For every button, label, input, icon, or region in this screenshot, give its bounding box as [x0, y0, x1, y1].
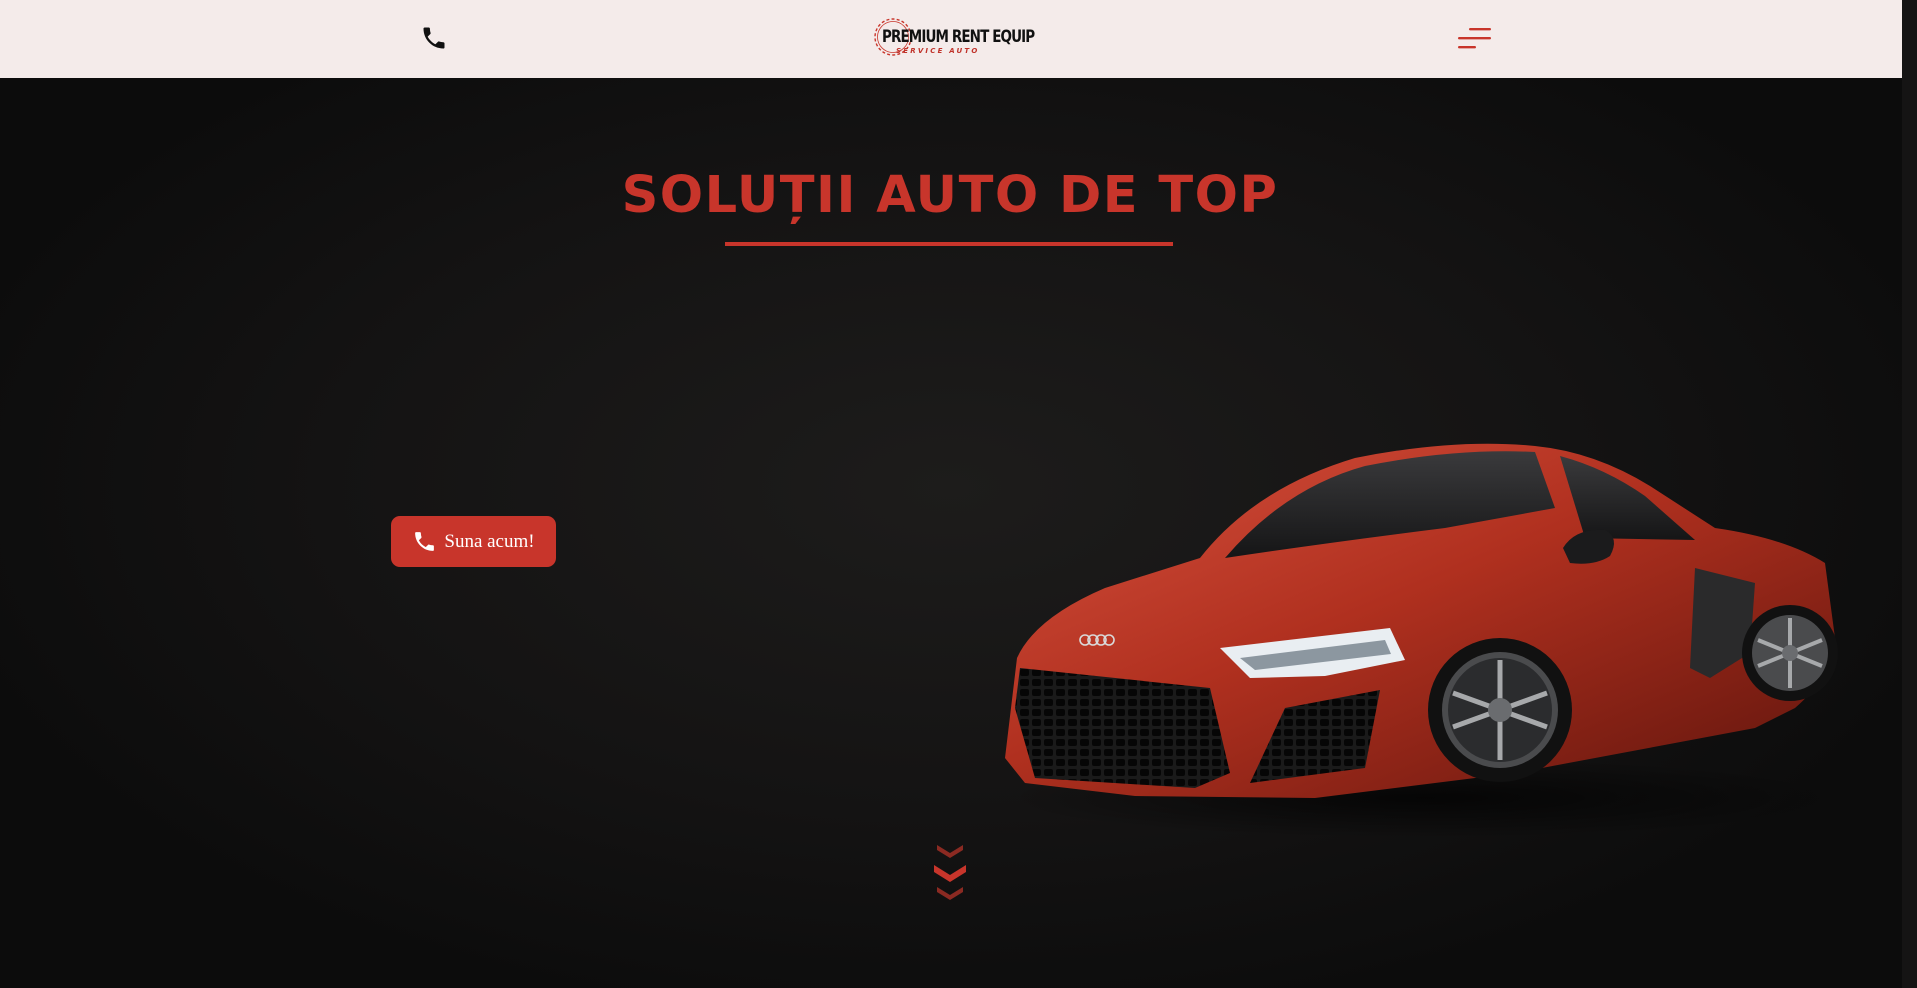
- hero-section: SOLUȚII AUTO DE TOP Suna acum!: [0, 78, 1902, 988]
- call-now-button[interactable]: Suna acum!: [391, 516, 556, 567]
- red-sports-car-image: [1005, 443, 1840, 838]
- logo-brand-text: PREMIUM RENT EQUIP: [882, 27, 1035, 47]
- call-now-label: Suna acum!: [444, 530, 535, 552]
- hero-title: SOLUȚII AUTO DE TOP: [621, 166, 1279, 225]
- phone-icon: [415, 532, 435, 551]
- chevrons-down-icon[interactable]: [930, 840, 970, 902]
- site-header: PREMIUM RENT EQUIP SERVICE AUTO: [0, 0, 1902, 78]
- logo[interactable]: PREMIUM RENT EQUIP SERVICE AUTO: [870, 14, 1035, 62]
- hamburger-menu-icon[interactable]: [1455, 25, 1491, 51]
- phone-icon[interactable]: [420, 24, 448, 52]
- logo-subtitle-text: SERVICE AUTO: [896, 47, 980, 55]
- title-underline: [725, 242, 1173, 246]
